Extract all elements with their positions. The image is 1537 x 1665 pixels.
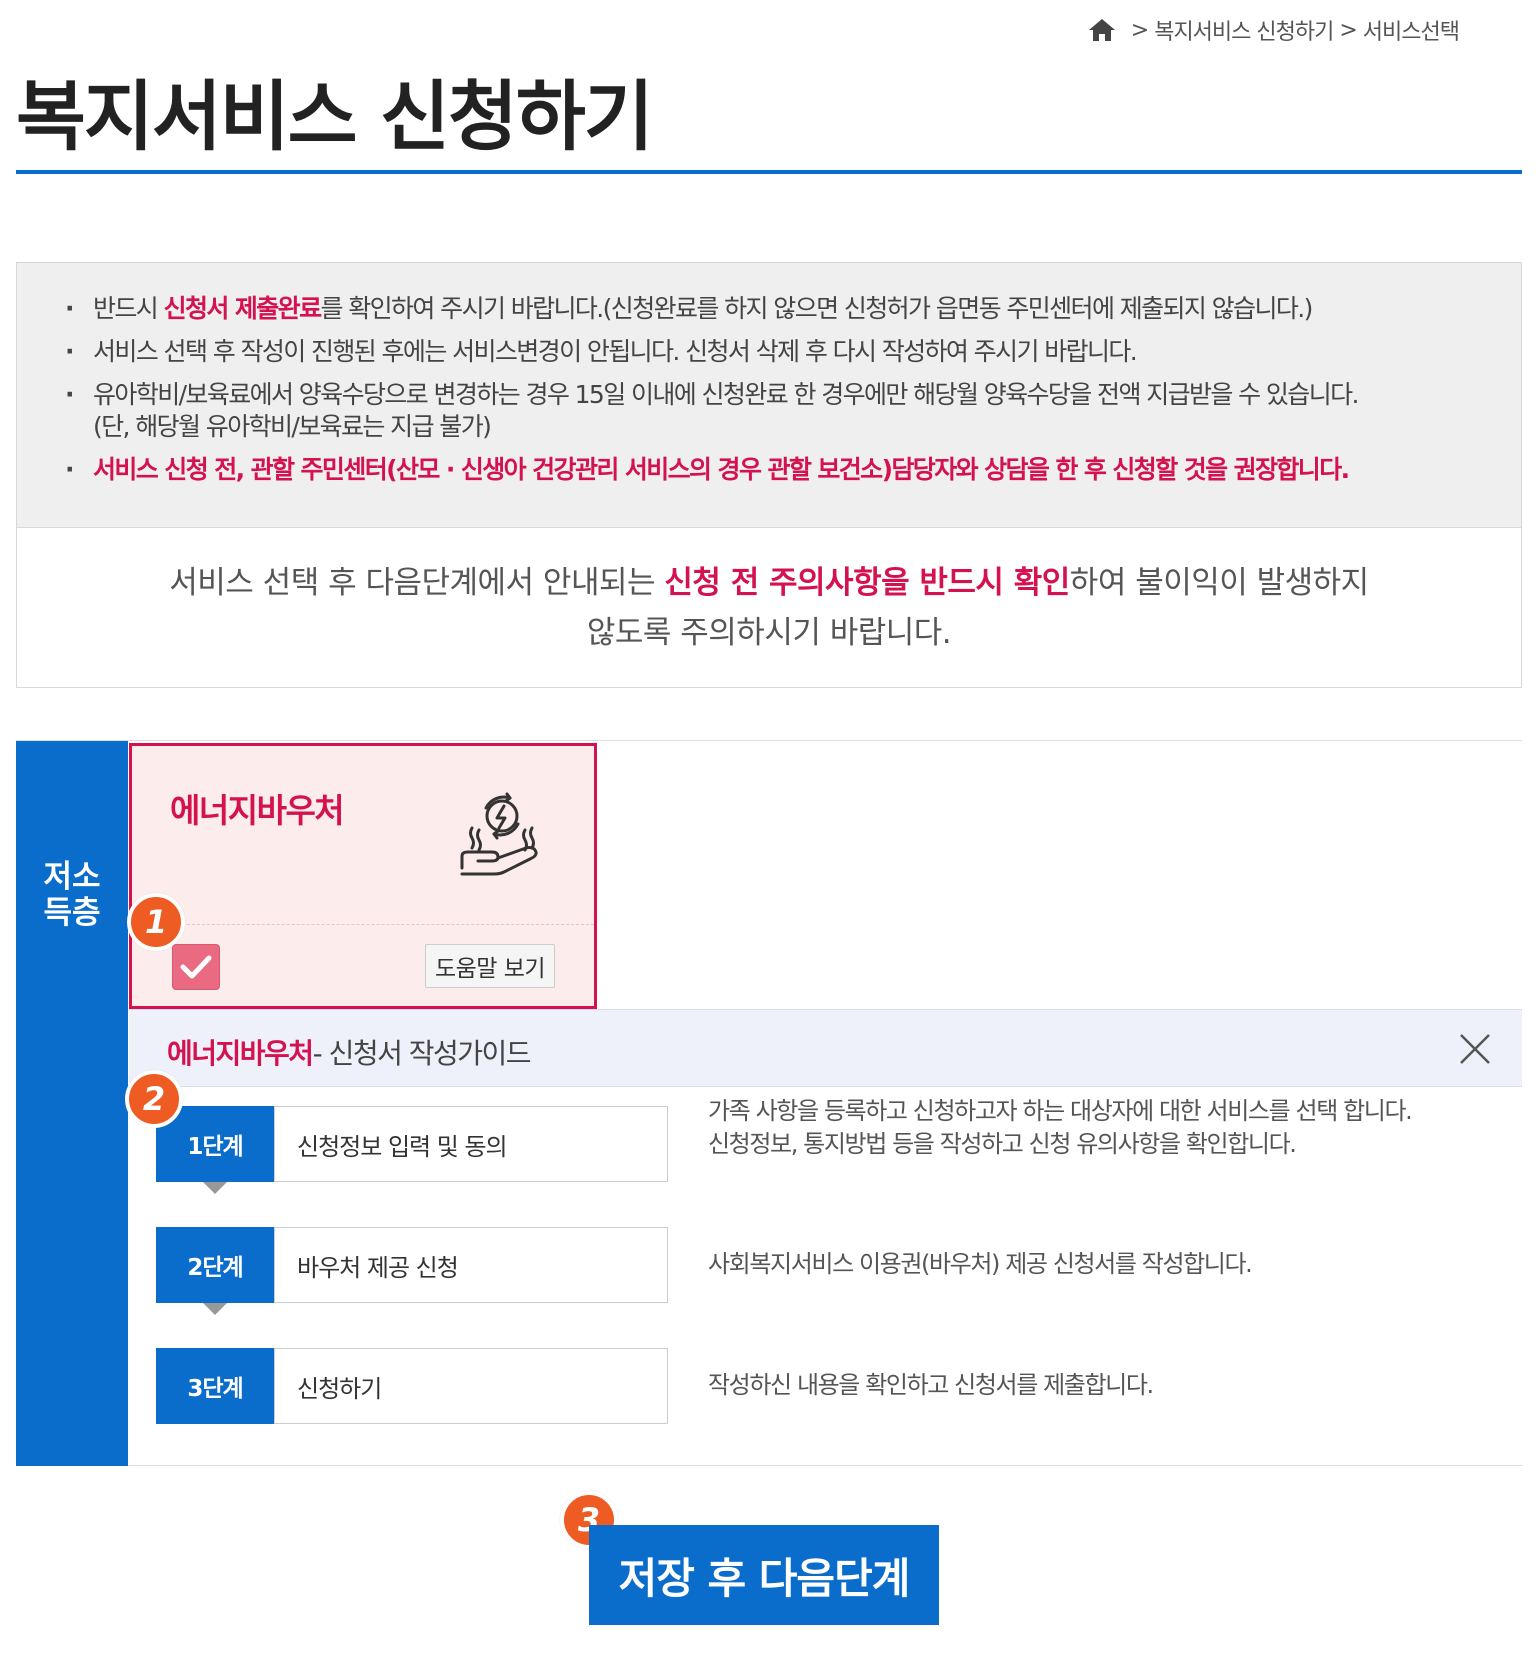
step-3: 3단계 신청하기 bbox=[156, 1348, 668, 1424]
category-bar: 저소 득층 bbox=[16, 741, 128, 1466]
step-1: 1단계 신청정보 입력 및 동의 bbox=[156, 1106, 668, 1194]
step-3-description: 작성하신 내용을 확인하고 신청서를 제출합니다. bbox=[708, 1371, 1154, 1399]
help-button[interactable]: 도움말 보기 bbox=[425, 944, 555, 988]
breadcrumb-item-select[interactable]: 서비스선택 bbox=[1363, 14, 1460, 46]
step-number: 2단계 bbox=[156, 1227, 274, 1303]
step-name: 신청하기 bbox=[274, 1348, 668, 1424]
home-icon[interactable] bbox=[1087, 17, 1117, 43]
notice-item-warning: 서비스 신청 전, 관할 주민센터(산모 · 신생아 건강관리 서비스의 경우 … bbox=[57, 454, 1481, 486]
save-next-button[interactable]: 저장 후 다음단계 bbox=[589, 1525, 939, 1625]
guide-header: 에너지바우처- 신청서 작성가이드 bbox=[129, 1009, 1522, 1087]
breadcrumb-separator: > bbox=[1339, 17, 1357, 43]
notice-item: 서비스 선택 후 작성이 진행된 후에는 서비스변경이 안됩니다. 신청서 삭제… bbox=[57, 336, 1481, 368]
breadcrumb-separator: > bbox=[1130, 17, 1149, 43]
card-divider bbox=[132, 924, 594, 925]
close-icon[interactable] bbox=[1458, 1032, 1492, 1066]
step-name: 바우처 제공 신청 bbox=[274, 1227, 668, 1303]
step-badge-1: 1 bbox=[127, 893, 185, 951]
select-checkbox[interactable] bbox=[172, 944, 220, 990]
service-selection-area: 저소 득층 에너지바우처 도움말 보기 에너지바우처- 신청서 작성가이드 1단… bbox=[16, 740, 1522, 1466]
service-card-title: 에너지바우처 bbox=[170, 791, 345, 830]
title-divider bbox=[16, 170, 1522, 174]
check-icon bbox=[180, 955, 212, 979]
service-card-energy-voucher[interactable]: 에너지바우처 도움말 보기 bbox=[129, 743, 597, 1009]
step-badge-2: 2 bbox=[125, 1070, 183, 1128]
page-title: 복지서비스 신청하기 bbox=[16, 72, 654, 161]
notice-item: 유아학비/보육료에서 양육수당으로 변경하는 경우 15일 이내에 신청완료 한… bbox=[57, 379, 1481, 443]
step-number: 3단계 bbox=[156, 1348, 274, 1424]
breadcrumb-item-apply[interactable]: 복지서비스 신청하기 bbox=[1154, 14, 1334, 46]
caution-highlight: 신청 전 주의사항을 반드시 확인 bbox=[664, 565, 1070, 601]
category-label: 저소 득층 bbox=[43, 859, 101, 931]
caution-message: 서비스 선택 후 다음단계에서 안내되는 신청 전 주의사항을 반드시 확인하여… bbox=[169, 565, 1369, 651]
breadcrumb: > 복지서비스 신청하기 > 서비스선택 bbox=[1087, 14, 1460, 46]
step-arrow-icon bbox=[203, 1303, 227, 1315]
step-name: 신청정보 입력 및 동의 bbox=[274, 1106, 668, 1182]
guide-title: 에너지바우처- 신청서 작성가이드 bbox=[167, 1037, 532, 1070]
notice-highlight: 신청서 제출완료 bbox=[163, 294, 323, 323]
step-2: 2단계 바우처 제공 신청 bbox=[156, 1227, 668, 1315]
step-2-description: 사회복지서비스 이용권(바우처) 제공 신청서를 작성합니다. bbox=[708, 1250, 1253, 1278]
notice-box: 반드시 신청서 제출완료를 확인하여 주시기 바랍니다.(신청완료를 하지 않으… bbox=[16, 262, 1522, 688]
notice-item: 반드시 신청서 제출완료를 확인하여 주시기 바랍니다.(신청완료를 하지 않으… bbox=[57, 293, 1481, 325]
energy-hand-icon bbox=[460, 792, 538, 876]
step-arrow-icon bbox=[203, 1182, 227, 1194]
notice-list-panel: 반드시 신청서 제출완료를 확인하여 주시기 바랍니다.(신청완료를 하지 않으… bbox=[17, 263, 1521, 528]
step-1-description: 가족 사항을 등록하고 신청하고자 하는 대상자에 대한 서비스를 선택 합니다… bbox=[708, 1097, 1413, 1158]
